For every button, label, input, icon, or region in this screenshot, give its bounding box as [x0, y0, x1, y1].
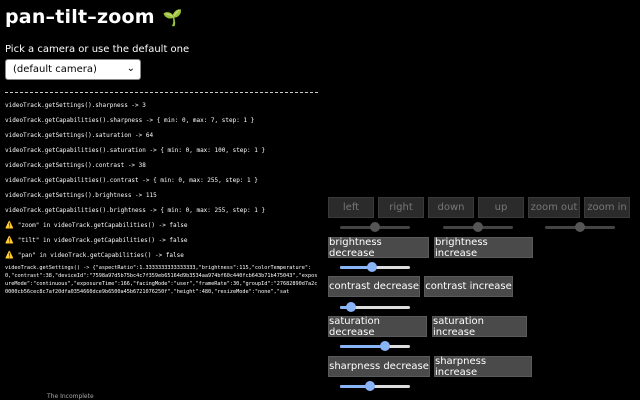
log-line: videoTrack.getCapabilities().brightness … — [5, 207, 265, 214]
log-line-text: videoTrack.getCapabilities().brightness … — [5, 207, 266, 214]
page-title-text: pan–tilt–zoom — [5, 6, 155, 28]
log-line: ⚠️ "pan" in videoTrack.getCapabilities() … — [5, 251, 184, 259]
saturation-slider-thumb[interactable] — [379, 341, 390, 351]
log-line: videoTrack.getSettings().saturation -> 6… — [5, 132, 153, 139]
log-line: videoTrack.getCapabilities().contrast ->… — [5, 177, 258, 184]
log-line-text: videoTrack.getCapabilities().contrast ->… — [5, 177, 258, 184]
sharpness-increase-button[interactable]: sharpness increase — [434, 356, 532, 378]
zoom-slider-thumb[interactable] — [575, 222, 585, 232]
camera-select[interactable]: (default camera) ⌄ — [5, 59, 141, 80]
log-line-text: "tilt" in videoTrack.getCapabilities() -… — [17, 237, 188, 244]
contrast-decrease-button[interactable]: contrast decrease — [328, 276, 420, 297]
tilt-slider[interactable] — [443, 222, 513, 232]
brightness-decrease-button[interactable]: brightness decrease — [328, 237, 429, 259]
log-line: ⚠️ "tilt" in videoTrack.getCapabilities()… — [5, 236, 188, 244]
seedling-icon: 🌱 — [162, 8, 183, 27]
settings-json: videoTrack.getSettings() -> {"aspectRati… — [5, 265, 318, 295]
brightness-slider-thumb[interactable] — [366, 262, 377, 272]
log-line-text: videoTrack.getCapabilities().saturation … — [5, 147, 266, 154]
warning-icon: ⚠️ — [5, 251, 14, 259]
camera-prompt: Pick a camera or use the default one — [5, 44, 190, 55]
log-line-text: "zoom" in videoTrack.getCapabilities() -… — [17, 222, 188, 229]
log-line: videoTrack.getSettings().sharpness -> 3 — [5, 102, 146, 109]
saturation-increase-button[interactable]: saturation increase — [432, 316, 527, 338]
contrast-slider-thumb[interactable] — [345, 302, 356, 312]
tilt-slider-thumb[interactable] — [473, 222, 483, 232]
chevron-down-icon: ⌄ — [126, 63, 135, 74]
log-line: videoTrack.getCapabilities().sharpness -… — [5, 117, 254, 124]
saturation-decrease-button[interactable]: saturation decrease — [328, 316, 427, 338]
contrast-slider[interactable] — [340, 302, 410, 312]
down-button[interactable]: down — [428, 197, 474, 218]
pan-slider[interactable] — [340, 222, 410, 232]
brightness-increase-button[interactable]: brightness increase — [434, 237, 533, 259]
sharpness-decrease-button[interactable]: sharpness decrease — [328, 356, 430, 377]
log-line-text: videoTrack.getSettings().brightness -> 1… — [5, 192, 157, 199]
log-line: videoTrack.getSettings().brightness -> 1… — [5, 192, 157, 199]
warning-icon: ⚠️ — [5, 236, 14, 244]
right-button[interactable]: right — [378, 197, 424, 218]
log-line-text: videoTrack.getCapabilities().sharpness -… — [5, 117, 255, 124]
pan-slider-thumb[interactable] — [370, 222, 380, 232]
page-title: pan–tilt–zoom 🌱 — [5, 6, 183, 28]
contrast-increase-button[interactable]: contrast increase — [424, 276, 513, 297]
footer-text: The Incomplete — [47, 393, 94, 400]
warning-icon: ⚠️ — [5, 221, 14, 229]
zoom-out-button[interactable]: zoom out — [528, 197, 580, 218]
up-button[interactable]: up — [478, 197, 524, 218]
zoom-in-button[interactable]: zoom in — [584, 197, 630, 218]
log-line-text: videoTrack.getSettings().sharpness -> 3 — [5, 102, 146, 109]
log-line: videoTrack.getCapabilities().saturation … — [5, 147, 265, 154]
sharpness-slider-thumb[interactable] — [365, 381, 376, 391]
camera-select-value: (default camera) — [13, 64, 97, 75]
brightness-slider[interactable] — [340, 262, 410, 272]
saturation-slider-fill — [340, 345, 385, 348]
log-line-text: videoTrack.getSettings().contrast -> 38 — [5, 162, 146, 169]
log-line-text: videoTrack.getSettings().saturation -> 6… — [5, 132, 154, 139]
log-line: videoTrack.getSettings().contrast -> 38 — [5, 162, 146, 169]
divider — [5, 92, 318, 93]
sharpness-slider[interactable] — [340, 381, 410, 391]
log-line: ⚠️ "zoom" in videoTrack.getCapabilities()… — [5, 221, 188, 229]
log-line-text: "pan" in videoTrack.getCapabilities() ->… — [17, 252, 184, 259]
left-button[interactable]: left — [328, 197, 374, 218]
zoom-slider[interactable] — [545, 222, 615, 232]
saturation-slider[interactable] — [340, 341, 410, 351]
